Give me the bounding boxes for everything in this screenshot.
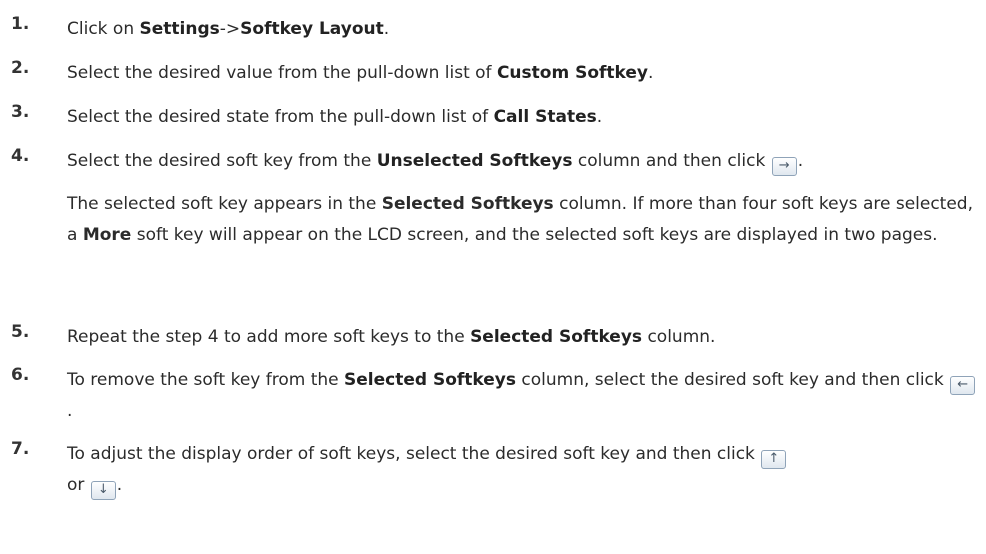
step-number: 6. — [11, 365, 30, 385]
call-states-label: Call States — [493, 107, 597, 127]
settings-label: Settings — [139, 19, 220, 39]
step-text-part: . — [648, 63, 654, 83]
step-text-part: Repeat the step 4 to add more soft keys … — [67, 327, 471, 347]
step-number: 2. — [11, 58, 30, 78]
note-text-part: The selected soft key appears in the — [67, 194, 382, 214]
step-number: 3. — [11, 102, 30, 122]
step-number: 5. — [11, 322, 30, 342]
step-text-part: . — [797, 151, 804, 171]
note-text-part: soft key will appear on the LCD screen, … — [131, 225, 938, 245]
step-text: Repeat the step 4 to add more soft keys … — [67, 322, 978, 353]
document-page: 1. Click on Settings->Softkey Layout. 2.… — [0, 0, 986, 554]
arrow-right-icon: → — [771, 157, 797, 176]
step-text-part: . — [116, 475, 123, 495]
arrow-up-icon: ↑ — [761, 450, 787, 469]
step-text-part: -> — [219, 19, 241, 39]
step-text: Click on Settings->Softkey Layout. — [67, 14, 978, 45]
step-text-part: column, select the desired soft key and … — [516, 370, 950, 390]
step-text-part: column. — [642, 327, 716, 347]
custom-softkey-label: Custom Softkey — [496, 63, 648, 83]
arrow-down-icon: ↓ — [90, 481, 116, 500]
step-number: 4. — [11, 146, 30, 166]
step-text-part: . — [383, 19, 390, 39]
step-text-part: . — [67, 401, 73, 421]
step-text-part: Click on — [67, 19, 140, 39]
step-4-note: The selected soft key appears in the Sel… — [67, 189, 976, 251]
selected-softkeys-label: Selected Softkeys — [344, 370, 516, 390]
unselected-softkeys-label: Unselected Softkeys — [376, 151, 573, 171]
step-text-part: . — [596, 107, 603, 127]
arrow-left-icon: ← — [950, 376, 976, 395]
selected-softkeys-label: Selected Softkeys — [470, 327, 643, 347]
step-text-part: Select the desired soft key from the — [67, 151, 377, 171]
more-label: More — [82, 225, 132, 245]
step-text-part: Select the desired state from the pull-d… — [67, 107, 494, 127]
step-text: Select the desired state from the pull-d… — [67, 102, 978, 133]
step-text: Select the desired soft key from the Uns… — [67, 146, 978, 177]
step-text-part: Select the desired value from the pull-d… — [67, 63, 497, 83]
step-text-part: or — [67, 475, 90, 495]
step-text-part: column and then click — [572, 151, 771, 171]
step-text: To adjust the display order of soft keys… — [67, 439, 978, 501]
step-text: Select the desired value from the pull-d… — [67, 58, 978, 89]
step-text: To remove the soft key from the Selected… — [67, 365, 978, 427]
step-number: 1. — [11, 14, 30, 34]
step-number: 7. — [11, 439, 30, 459]
step-text-part: To remove the soft key from the — [67, 370, 345, 390]
step-text-part: To adjust the display order of soft keys… — [67, 444, 761, 464]
selected-softkeys-label: Selected Softkeys — [381, 194, 554, 214]
softkey-layout-label: Softkey Layout — [240, 19, 384, 39]
